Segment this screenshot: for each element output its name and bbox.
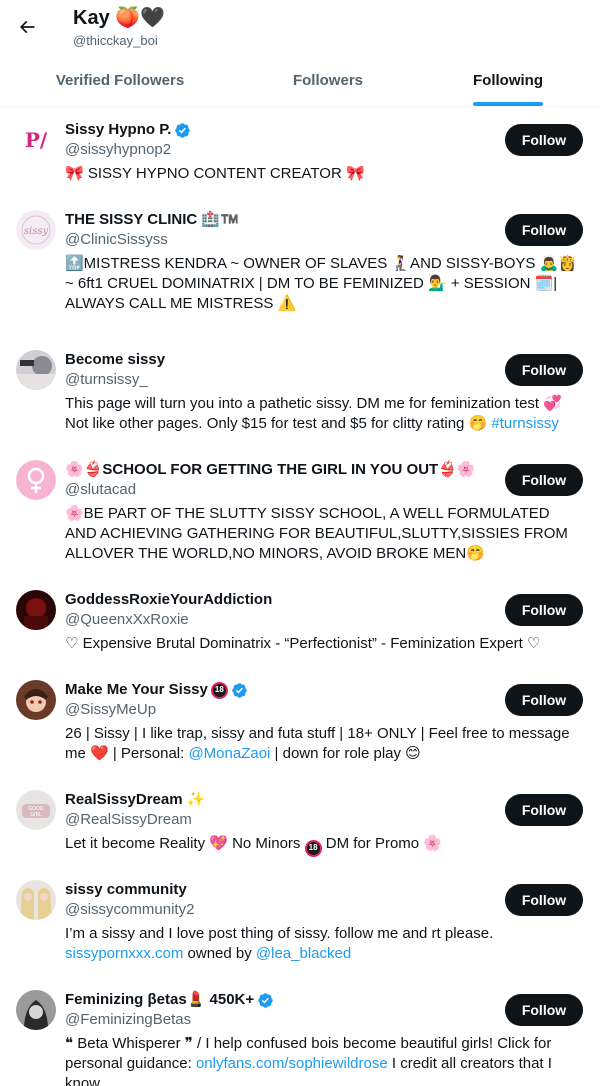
follow-button[interactable]: Follow	[505, 684, 583, 716]
user-cell[interactable]: Make Me Your Sissy 18 @SissyMeUp 26 | Siss…	[0, 668, 600, 778]
user-cell[interactable]: Become sissy @turnsissy_ This page will tu…	[0, 338, 600, 448]
bio-text: 🎀 SISSY HYPNO CONTENT CREATOR 🎀	[65, 165, 365, 182]
bio-text: owned by	[183, 945, 256, 962]
bio-link[interactable]: @MonaZaoi	[188, 745, 270, 762]
user-name-text: Sissy Hypno P.	[65, 121, 172, 138]
bio-text: 🔝MISTRESS KENDRA ~ OWNER OF SLAVES 🧎‍♀️A…	[65, 255, 577, 312]
follow-button[interactable]: Follow	[505, 464, 583, 496]
bio-text: DM for Promo 🌸	[321, 835, 442, 852]
user-bio: 26 | Sissy | I like trap, sissy and futa…	[65, 724, 584, 764]
user-bio: ❝ Beta Whisperer ❞ / I help confused boi…	[65, 1034, 584, 1086]
follow-button[interactable]: Follow	[505, 354, 583, 386]
user-name-text: RealSissyDream ✨	[65, 791, 206, 808]
bio-text: I’m a sissy and I love post thing of sis…	[65, 925, 494, 942]
avatar[interactable]	[16, 990, 56, 1030]
back-button[interactable]	[10, 10, 44, 44]
bio-text: ♡ Expensive Brutal Dominatrix - “Perfect…	[65, 635, 541, 652]
verified-badge-icon	[258, 992, 273, 1008]
profile-header: Kay 🍑🖤 @thicckay_boi	[0, 0, 600, 55]
avatar[interactable]: sissy	[16, 210, 56, 250]
follow-button[interactable]: Follow	[505, 594, 583, 626]
active-tab-indicator	[473, 102, 543, 106]
tab-label: Following	[473, 72, 543, 89]
bio-text: Let it become Reality 💖 No Minors	[65, 835, 305, 852]
user-bio: 🌸BE PART OF THE SLUTTY SISSY SCHOOL, A W…	[65, 504, 584, 564]
bio-link[interactable]: #turnsissy	[491, 415, 559, 432]
follow-tabs: Verified Followers Followers Following	[0, 55, 600, 107]
user-cell[interactable]: sissy community @sissycommunity2 I’m a sis…	[0, 868, 600, 978]
bio-text: | down for role play 😊	[270, 745, 421, 762]
tab-following[interactable]: Following	[416, 55, 600, 106]
follow-button[interactable]: Follow	[505, 884, 583, 916]
avatar[interactable]	[16, 590, 56, 630]
follow-button[interactable]: Follow	[505, 794, 583, 826]
svg-text:GIRL: GIRL	[30, 812, 42, 818]
verified-badge-icon	[175, 122, 191, 138]
user-cell[interactable]: P/Sissy Hypno P. @sissyhypnop2 🎀 SISSY HYP…	[0, 108, 600, 198]
user-cell[interactable]: Feminizing βetas💄 450K+ @FeminizingBetas ❝…	[0, 978, 600, 1086]
user-name-text: THE SISSY CLINIC 🏥™️	[65, 211, 239, 228]
follow-button[interactable]: Follow	[505, 214, 583, 246]
avatar[interactable]: GOOD GIRL	[16, 790, 56, 830]
avatar[interactable]	[16, 880, 56, 920]
tab-followers[interactable]: Followers	[240, 55, 416, 106]
age-18-badge: 18	[210, 681, 228, 699]
bio-link[interactable]: sissypornxxx.com	[65, 945, 183, 962]
user-bio: I’m a sissy and I love post thing of sis…	[65, 924, 584, 964]
arrow-left-icon	[19, 20, 35, 34]
tab-verified-followers[interactable]: Verified Followers	[0, 55, 240, 106]
avatar[interactable]	[16, 350, 56, 390]
svg-text:P/: P/	[25, 128, 48, 152]
avatar[interactable]: P/	[16, 120, 56, 160]
bio-text: 🌸BE PART OF THE SLUTTY SISSY SCHOOL, A W…	[65, 505, 568, 562]
tab-label: Followers	[292, 72, 363, 89]
user-name-text: Feminizing βetas💄 450K+	[65, 991, 255, 1008]
user-name-text: GoddessRoxieYourAddiction	[65, 591, 273, 608]
user-cell[interactable]: GOOD GIRL RealSissyDream ✨ @RealSissyDream L…	[0, 778, 600, 868]
avatar[interactable]	[16, 460, 56, 500]
user-bio: 🔝MISTRESS KENDRA ~ OWNER OF SLAVES 🧎‍♀️A…	[65, 254, 584, 314]
user-cell[interactable]: sissy THE SISSY CLINIC 🏥™️ @ClinicSissyss 🔝…	[0, 198, 600, 338]
bio-link[interactable]: @lea_blacked	[256, 945, 351, 962]
user-bio: ♡ Expensive Brutal Dominatrix - “Perfect…	[65, 634, 584, 654]
user-cell[interactable]: 🌸👙SCHOOL FOR GETTING THE GIRL IN YOU OUT…	[0, 448, 600, 578]
user-name-text: sissy community	[65, 881, 187, 898]
user-bio: This page will turn you into a pathetic …	[65, 394, 584, 434]
bio-link[interactable]: onlyfans.com/sophiewildrose	[196, 1055, 388, 1072]
user-name-text: 🌸👙SCHOOL FOR GETTING THE GIRL IN YOU OUT…	[65, 461, 476, 478]
tab-label: Verified Followers	[55, 72, 185, 89]
user-bio: 🎀 SISSY HYPNO CONTENT CREATOR 🎀	[65, 164, 584, 184]
follow-button[interactable]: Follow	[505, 994, 583, 1026]
bio-text: This page will turn you into a pathetic …	[65, 395, 562, 432]
avatar[interactable]	[16, 680, 56, 720]
svg-text:sissy: sissy	[24, 226, 49, 237]
user-cell[interactable]: GoddessRoxieYourAddiction @QueenxXxRoxie ♡…	[0, 578, 600, 668]
follow-button[interactable]: Follow	[505, 124, 583, 156]
user-name-text: Make Me Your Sissy	[65, 681, 208, 698]
user-name-text: Become sissy	[65, 351, 166, 368]
user-bio: Let it become Reality 💖 No Minors 18 DM …	[65, 834, 584, 857]
verified-badge-icon	[232, 682, 247, 698]
age-18-badge: 18	[304, 839, 322, 857]
profile-handle: @thicckay_boi	[73, 33, 158, 48]
profile-name: Kay 🍑🖤	[73, 7, 166, 29]
